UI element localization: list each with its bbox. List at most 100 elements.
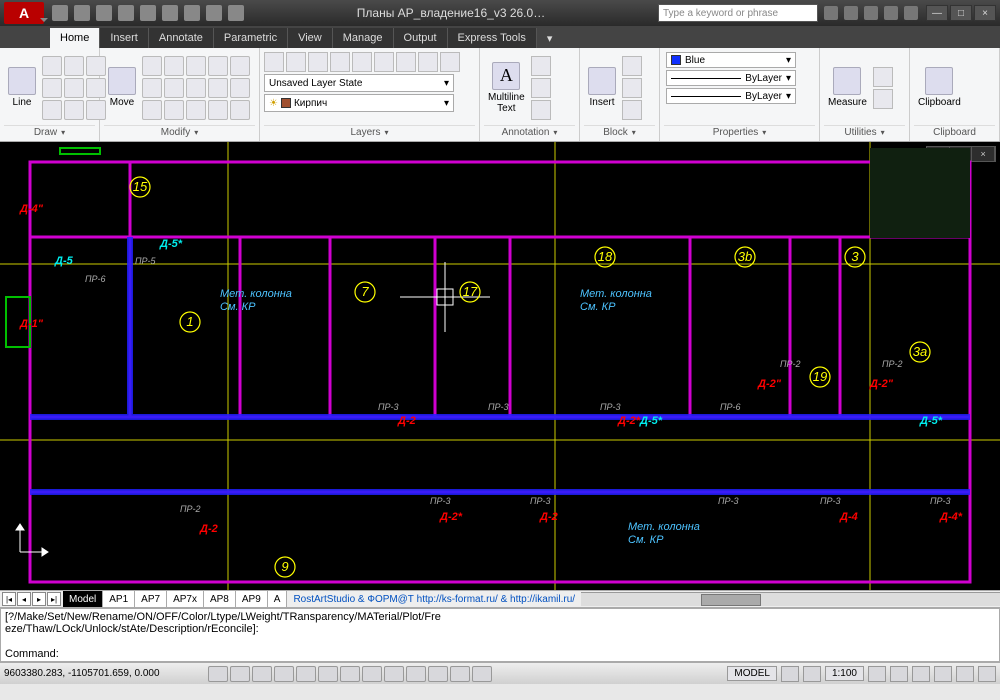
- key-icon[interactable]: [844, 6, 858, 20]
- layer-state-dropdown[interactable]: Unsaved Layer State▾: [264, 74, 454, 92]
- layout-first-icon[interactable]: |◂: [2, 592, 16, 606]
- toolbar-lock-icon[interactable]: [912, 666, 930, 682]
- am-toggle-icon[interactable]: [472, 666, 492, 682]
- tab-overflow-icon[interactable]: ▾: [537, 28, 563, 48]
- snap-toggle-icon[interactable]: [208, 666, 228, 682]
- layout-tab-ar7x[interactable]: АР7x: [167, 591, 204, 607]
- table-icon[interactable]: [531, 100, 551, 120]
- chamfer-icon[interactable]: [186, 100, 206, 120]
- minimize-button[interactable]: —: [926, 5, 948, 21]
- tab-home[interactable]: Home: [50, 28, 100, 48]
- trim-icon[interactable]: [186, 56, 206, 76]
- layout-tab-ar1[interactable]: АР1: [103, 591, 135, 607]
- tab-annotate[interactable]: Annotate: [149, 28, 214, 48]
- color-dropdown[interactable]: Blue▾: [666, 52, 796, 68]
- layer-tool2-icon[interactable]: [286, 52, 306, 72]
- explode-icon[interactable]: [230, 78, 250, 98]
- qat-print-icon[interactable]: [162, 5, 178, 21]
- layout-tab-model[interactable]: Model: [63, 591, 103, 607]
- layout-prev-icon[interactable]: ◂: [17, 592, 31, 606]
- spline-icon[interactable]: [42, 100, 62, 120]
- qp-toggle-icon[interactable]: [428, 666, 448, 682]
- command-line[interactable]: [?/Make/Set/New/Rename/ON/OFF/Color/Ltyp…: [0, 608, 1000, 662]
- anno-vis-icon[interactable]: [868, 666, 886, 682]
- otrack-toggle-icon[interactable]: [318, 666, 338, 682]
- rectangle-icon[interactable]: [42, 78, 62, 98]
- tab-insert[interactable]: Insert: [100, 28, 149, 48]
- select-icon[interactable]: [873, 67, 893, 87]
- qat-redo-icon[interactable]: [140, 5, 156, 21]
- panel-annotation-label[interactable]: Annotation: [484, 125, 575, 139]
- panel-draw-label[interactable]: Draw: [4, 125, 95, 139]
- copy-icon[interactable]: [142, 56, 162, 76]
- current-layer-dropdown[interactable]: ☀Кирпич▾: [264, 94, 454, 112]
- help-icon[interactable]: [904, 6, 918, 20]
- anno-scale-button[interactable]: 1:100: [825, 666, 864, 681]
- break-icon[interactable]: [230, 100, 250, 120]
- polar-toggle-icon[interactable]: [274, 666, 294, 682]
- lwt-toggle-icon[interactable]: [384, 666, 404, 682]
- tab-manage[interactable]: Manage: [333, 28, 394, 48]
- calc-icon[interactable]: [873, 89, 893, 109]
- linetype-dropdown[interactable]: ByLayer▾: [666, 70, 796, 86]
- layer-tool6-icon[interactable]: [374, 52, 394, 72]
- qat-extra1-icon[interactable]: [184, 5, 200, 21]
- measure-button[interactable]: Measure: [824, 65, 871, 110]
- tab-parametric[interactable]: Parametric: [214, 28, 288, 48]
- attr-block-icon[interactable]: [622, 100, 642, 120]
- rotate-icon[interactable]: [164, 56, 184, 76]
- qat-new-icon[interactable]: [52, 5, 68, 21]
- align-icon[interactable]: [208, 100, 228, 120]
- stretch-icon[interactable]: [142, 78, 162, 98]
- edit-block-icon[interactable]: [622, 78, 642, 98]
- favorite-icon[interactable]: [884, 6, 898, 20]
- line-button[interactable]: Line: [4, 65, 40, 110]
- drawing-canvas[interactable]: — □ ×: [0, 142, 1000, 590]
- layout-tab-ar8[interactable]: АР8: [204, 591, 236, 607]
- panel-layers-label[interactable]: Layers: [264, 125, 475, 139]
- qat-open-icon[interactable]: [74, 5, 90, 21]
- qat-extra2-icon[interactable]: [206, 5, 222, 21]
- point-icon[interactable]: [64, 100, 84, 120]
- layer-tool7-icon[interactable]: [396, 52, 416, 72]
- panel-modify-label[interactable]: Modify: [104, 125, 255, 139]
- help-search-input[interactable]: Type a keyword or phrase: [658, 4, 818, 22]
- layer-tool3-icon[interactable]: [308, 52, 328, 72]
- close-button[interactable]: ×: [974, 5, 996, 21]
- layer-tool4-icon[interactable]: [330, 52, 350, 72]
- panel-utilities-label[interactable]: Utilities: [824, 125, 905, 139]
- offset-icon[interactable]: [142, 100, 162, 120]
- model-space-button[interactable]: MODEL: [727, 666, 777, 681]
- polyline-icon[interactable]: [42, 56, 62, 76]
- maximize-button[interactable]: □: [950, 5, 972, 21]
- qat-undo-icon[interactable]: [118, 5, 134, 21]
- fillet-icon[interactable]: [230, 56, 250, 76]
- h-scrollbar[interactable]: [581, 592, 1000, 606]
- layout-tab-ar9[interactable]: АР9: [236, 591, 268, 607]
- dyn-toggle-icon[interactable]: [362, 666, 382, 682]
- sc-toggle-icon[interactable]: [450, 666, 470, 682]
- coords-readout[interactable]: 9603380.283, -1105701.659, 0.000: [4, 668, 204, 679]
- mirror-icon[interactable]: [208, 56, 228, 76]
- h-scroll-thumb[interactable]: [701, 594, 761, 606]
- infocenter-icon[interactable]: [824, 6, 838, 20]
- layer-tool1-icon[interactable]: [264, 52, 284, 72]
- hardware-accel-icon[interactable]: [934, 666, 952, 682]
- clean-screen-icon[interactable]: [978, 666, 996, 682]
- circle-icon[interactable]: [64, 56, 84, 76]
- leader-icon[interactable]: [531, 78, 551, 98]
- lineweight-dropdown[interactable]: ByLayer▾: [666, 88, 796, 104]
- erase-icon[interactable]: [208, 78, 228, 98]
- exchange-icon[interactable]: [864, 6, 878, 20]
- qat-save-icon[interactable]: [96, 5, 112, 21]
- layer-tool5-icon[interactable]: [352, 52, 372, 72]
- layout-quickview-icon[interactable]: [781, 666, 799, 682]
- osnap-toggle-icon[interactable]: [296, 666, 316, 682]
- scale-icon[interactable]: [164, 78, 184, 98]
- layout-tab-ar7[interactable]: АР7: [135, 591, 167, 607]
- clipboard-button[interactable]: Clipboard: [914, 65, 965, 110]
- insert-block-button[interactable]: Insert: [584, 65, 620, 110]
- layout-tab-a[interactable]: А: [268, 591, 288, 607]
- layer-tool8-icon[interactable]: [418, 52, 438, 72]
- ws-switch-icon[interactable]: [890, 666, 908, 682]
